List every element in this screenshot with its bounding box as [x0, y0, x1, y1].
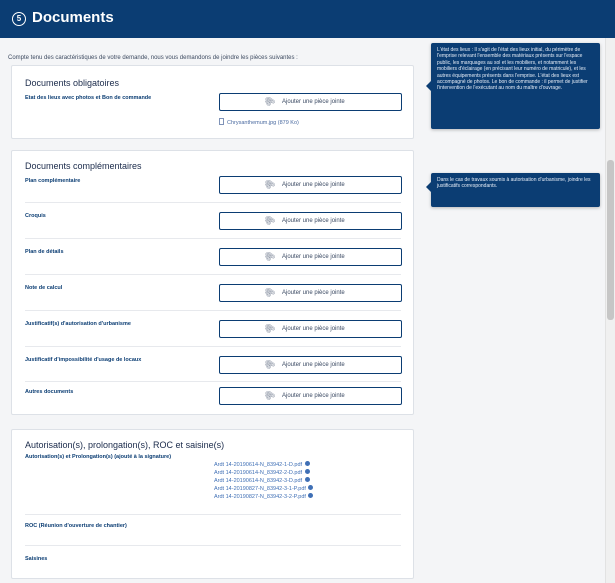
card-title-autorisations: Autorisation(s), prolongation(s), ROC et…: [25, 440, 225, 450]
row-separator: [25, 274, 401, 275]
attach-button-plan-de-details[interactable]: 🖇 Ajouter une pièce jointe: [219, 248, 402, 266]
attach-button-etat-des-lieux[interactable]: 🖇 Ajouter une pièce jointe: [219, 93, 402, 111]
autorisation-file-link[interactable]: Ardt 14-20190614-N_83942-3-D.pdf: [214, 477, 310, 484]
attached-file-name: Chrysanthemum.jpg (879 Ko): [227, 120, 299, 126]
row-label-plan-complementaire: Plan complémentaire: [25, 178, 81, 184]
row-label-croquis: Croquis: [25, 213, 46, 219]
paperclip-icon: 🖇: [261, 284, 277, 300]
card-title-obligatoires: Documents obligatoires: [25, 78, 120, 88]
autorisation-file-link[interactable]: Ardt 14-20190827-N_83942-3-1-P.pdf: [214, 485, 314, 492]
autorisation-file-link[interactable]: Ardt 14-20190827-N_83942-3-2-P.pdf: [214, 493, 314, 500]
info-icon[interactable]: [304, 477, 310, 482]
row-separator: [25, 545, 401, 546]
info-icon[interactable]: [304, 469, 310, 474]
paperclip-icon: 🖇: [261, 93, 277, 109]
row-separator: [25, 310, 401, 311]
card-documents-complementaires: Documents complémentaires Plan complémen…: [11, 150, 414, 415]
row-separator: [25, 514, 401, 515]
autorisation-file-link[interactable]: Ardt 14-20190614-N_83942-2-D.pdf: [214, 469, 310, 476]
step-number-badge: 5: [12, 12, 26, 26]
card-autorisations: Autorisation(s), prolongation(s), ROC et…: [11, 429, 414, 579]
row-label-etat-des-lieux: Etat des lieux avec photos et Bon de com…: [25, 95, 152, 101]
file-link-text: Ardt 14-20190614-N_83942-2-D.pdf: [214, 470, 303, 476]
attach-button-label: Ajouter une pièce jointe: [282, 99, 345, 105]
row-label-plan-de-details: Plan de détails: [25, 249, 64, 255]
tooltip-text: Dans le cas de travaux soumis à autorisa…: [437, 177, 591, 190]
paperclip-icon: 🖇: [261, 320, 277, 336]
attach-button-label: Ajouter une pièce jointe: [282, 326, 345, 332]
row-separator: [25, 381, 401, 382]
paperclip-icon: 🖇: [261, 356, 277, 372]
tooltip-arrow: [426, 81, 431, 91]
paperclip-icon: 🖇: [261, 387, 277, 403]
tooltip-text: L'état des lieux : Il s'agit de l'état d…: [437, 47, 588, 92]
row-label-saisines: Saisines: [25, 556, 48, 562]
scrollbar[interactable]: [605, 38, 615, 583]
card-title-complementaires: Documents complémentaires: [25, 161, 142, 171]
attach-button-label: Ajouter une pièce jointe: [282, 182, 345, 188]
attach-button-label: Ajouter une pièce jointe: [282, 362, 345, 368]
attached-file[interactable]: Chrysanthemum.jpg (879 Ko): [219, 118, 299, 126]
info-icon[interactable]: [308, 485, 314, 490]
row-separator: [25, 202, 401, 203]
scrollbar-thumb[interactable]: [607, 160, 614, 320]
attach-button-urbanisme[interactable]: 🖇 Ajouter une pièce jointe: [219, 320, 402, 338]
attach-button-croquis[interactable]: 🖇 Ajouter une pièce jointe: [219, 212, 402, 230]
attach-button-label: Ajouter une pièce jointe: [282, 254, 345, 260]
file-link-text: Ardt 14-20190827-N_83942-3-2-P.pdf: [214, 494, 306, 500]
attach-button-plan-complementaire[interactable]: 🖇 Ajouter une pièce jointe: [219, 176, 402, 194]
tooltip-arrow: [426, 182, 431, 192]
intro-text: Compte tenu des caractéristiques de votr…: [8, 55, 298, 61]
section-header: 5 Documents: [0, 0, 615, 38]
info-icon[interactable]: [304, 461, 310, 466]
file-icon: [219, 118, 224, 125]
attach-button-label: Ajouter une pièce jointe: [282, 218, 345, 224]
paperclip-icon: 🖇: [261, 212, 277, 228]
row-label-urbanisme: Justificatif(s) d'autorisation d'urbanis…: [25, 321, 131, 327]
card-documents-obligatoires: Documents obligatoires Etat des lieux av…: [11, 65, 414, 139]
attach-button-autres-documents[interactable]: 🖇 Ajouter une pièce jointe: [219, 387, 402, 405]
row-separator: [25, 238, 401, 239]
autorisation-file-link[interactable]: Ardt 14-20190614-N_83942-1-D.pdf: [214, 461, 310, 468]
file-link-text: Ardt 14-20190614-N_83942-3-D.pdf: [214, 478, 303, 484]
row-label-roc: ROC (Réunion d'ouverture de chantier): [25, 523, 127, 529]
attach-button-label: Ajouter une pièce jointe: [282, 393, 345, 399]
row-label-autorisations-prolongations: Autorisation(s) et Prolongation(s) (ajou…: [25, 454, 172, 460]
row-label-impossibilite-usage: Justificatif d'impossibilité d'usage de …: [25, 357, 142, 363]
file-link-text: Ardt 14-20190614-N_83942-1-D.pdf: [214, 462, 303, 468]
paperclip-icon: 🖇: [261, 248, 277, 264]
attach-button-impossibilite-usage[interactable]: 🖇 Ajouter une pièce jointe: [219, 356, 402, 374]
paperclip-icon: 🖇: [261, 176, 277, 192]
row-label-note-de-calcul: Note de calcul: [25, 285, 63, 291]
file-link-text: Ardt 14-20190827-N_83942-3-1-P.pdf: [214, 486, 306, 492]
section-title: Documents: [32, 9, 114, 26]
row-label-autres-documents: Autres documents: [25, 389, 74, 395]
attach-button-label: Ajouter une pièce jointe: [282, 290, 345, 296]
row-separator: [25, 346, 401, 347]
attach-button-note-de-calcul[interactable]: 🖇 Ajouter une pièce jointe: [219, 284, 402, 302]
tooltip-etat-des-lieux: L'état des lieux : Il s'agit de l'état d…: [426, 43, 600, 129]
tooltip-urbanisme: Dans le cas de travaux soumis à autorisa…: [426, 173, 600, 207]
info-icon[interactable]: [308, 493, 314, 498]
